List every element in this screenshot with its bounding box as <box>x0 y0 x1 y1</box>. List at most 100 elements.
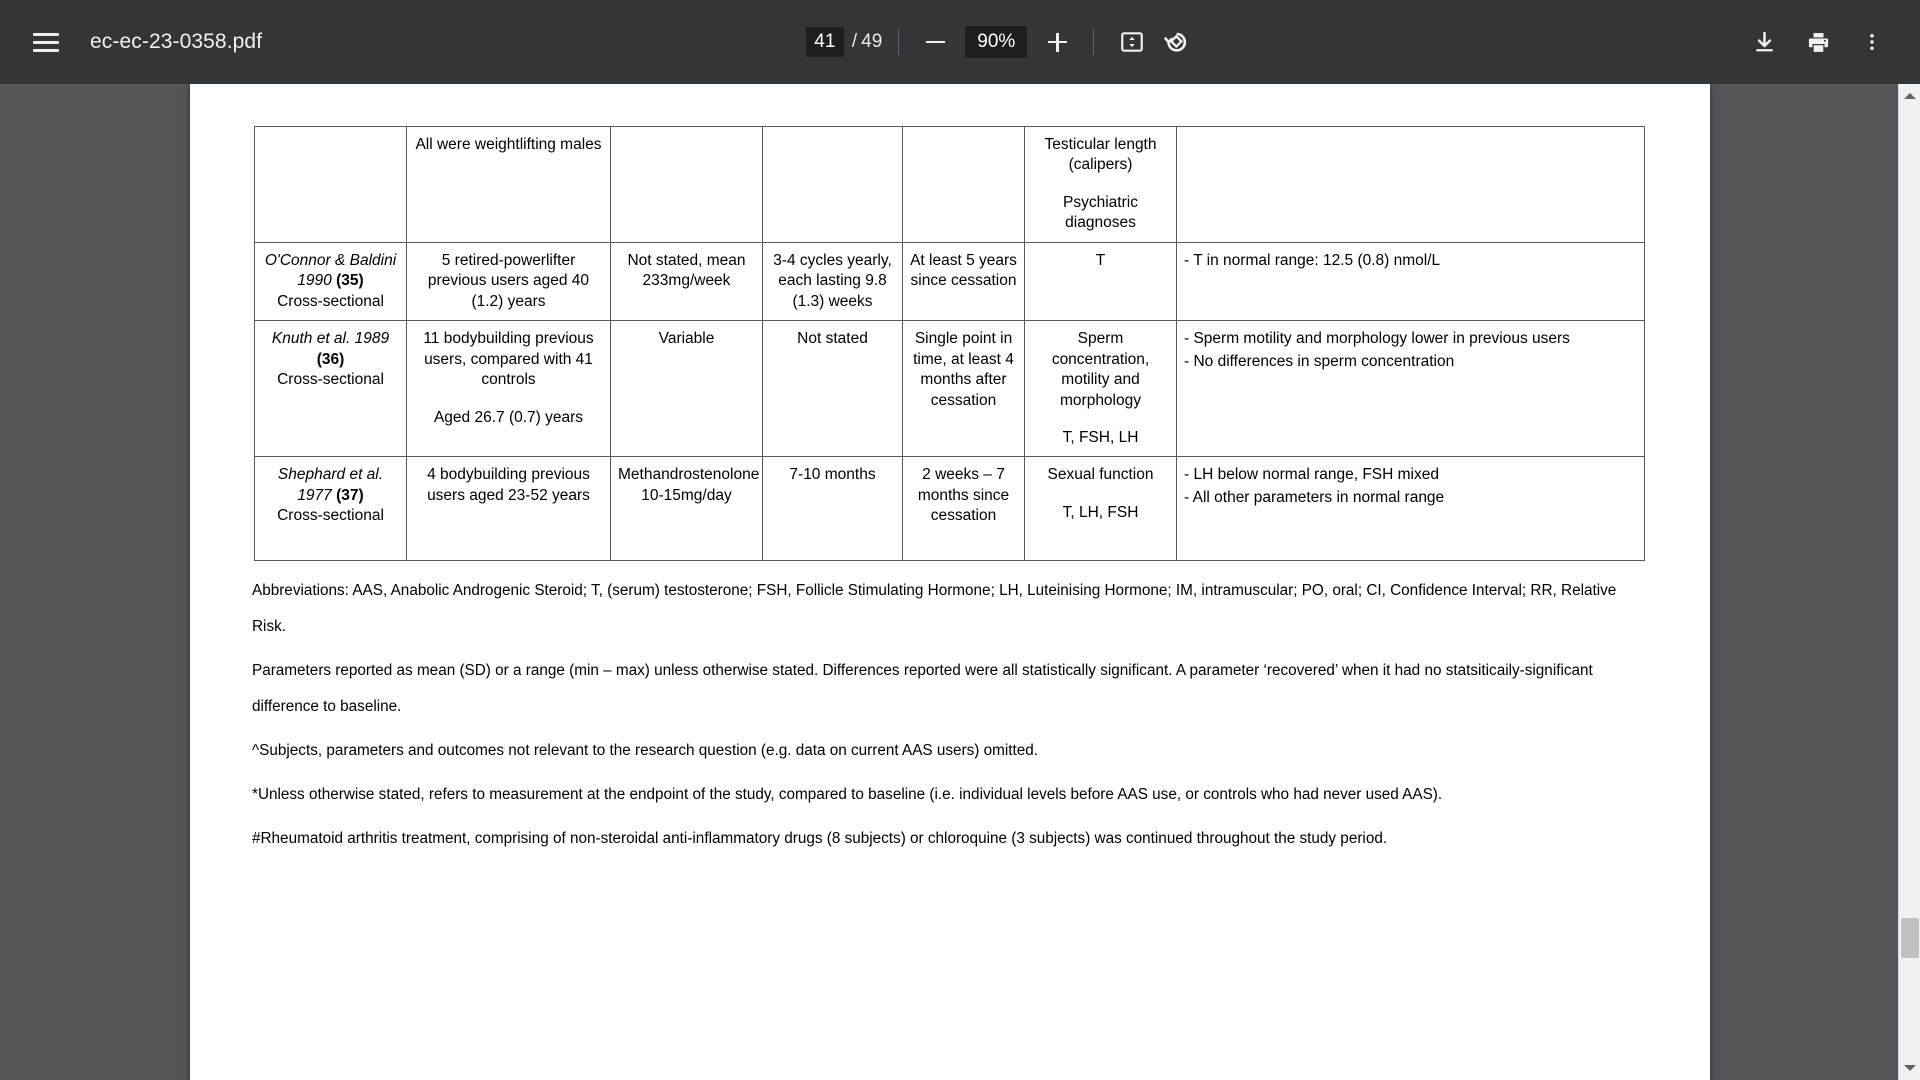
toolbar-divider-2 <box>1093 29 1095 55</box>
vertical-scrollbar[interactable] <box>1898 84 1920 1080</box>
studies-table: All were weightlifting males Testicular … <box>254 126 1645 562</box>
cell-outcomes: Sperm concentration, motility and morpho… <box>1024 320 1177 458</box>
cell-study: Shephard et al. 1977 (37) Cross-sectiona… <box>254 456 407 562</box>
cell-duration: Not stated <box>762 320 903 458</box>
table-row: Shephard et al. 1977 (37) Cross-sectiona… <box>254 456 1645 562</box>
cell-study <box>254 126 407 243</box>
scrollbar-thumb[interactable] <box>1901 918 1919 958</box>
study-design: Cross-sectional <box>277 371 384 389</box>
zoom-level-value[interactable]: 90% <box>965 26 1028 58</box>
cell-duration <box>762 126 903 243</box>
cell-dose: Variable <box>610 320 763 458</box>
zoom-in-button[interactable] <box>1037 22 1077 62</box>
page-navigation-group: / 49 <box>805 27 883 57</box>
hamburger-bar-3 <box>33 48 59 52</box>
cell-duration: 3-4 cycles yearly, each lasting 9.8 (1.3… <box>762 241 903 322</box>
table-row: Knuth et al. 1989 (36) Cross-sectional 1… <box>254 320 1645 458</box>
study-reference: (36) <box>316 350 345 368</box>
zoom-controls-group: 90% <box>915 22 1077 62</box>
pdf-page-content: All were weightlifting males Testicular … <box>190 84 1710 857</box>
cell-dose <box>610 126 763 243</box>
hamburger-bar-1 <box>33 32 59 36</box>
study-citation: Knuth et al. 1989 <box>271 330 390 348</box>
outcome-line-1: Sexual function <box>1047 466 1154 484</box>
toolbar-divider-1 <box>898 29 900 55</box>
document-title: ec-ec-23-0358.pdf <box>90 30 263 53</box>
cell-outcomes: Sexual function T, LH, FSH <box>1024 456 1177 562</box>
cell-results <box>1176 126 1645 243</box>
pdf-page: All were weightlifting males Testicular … <box>190 84 1710 1080</box>
subjects-extra: Aged 26.7 (0.7) years <box>433 408 584 426</box>
hamburger-menu-icon[interactable] <box>24 20 68 64</box>
study-design: Cross-sectional <box>277 507 384 525</box>
page-total-count: 49 <box>861 31 883 52</box>
result-line: - All other parameters in normal range <box>1184 488 1445 506</box>
cell-duration: 7-10 months <box>762 456 903 562</box>
cell-dose: Methandrostenolone 10-15mg/day <box>610 456 763 562</box>
outcome-line-1: Sperm concentration, motility and morpho… <box>1051 330 1150 409</box>
print-icon[interactable] <box>1796 20 1840 64</box>
download-icon[interactable] <box>1742 20 1786 64</box>
pdf-viewer-toolbar: ec-ec-23-0358.pdf / 49 90% <box>0 0 1920 84</box>
outcome-line-2: Psychiatric diagnoses <box>1063 193 1138 232</box>
table-row: O'Connor & Baldini 1990 (35) Cross-secti… <box>254 241 1645 322</box>
study-reference: (35) <box>336 272 364 290</box>
hamburger-bar-2 <box>33 40 59 44</box>
cell-results: - T in normal range: 12.5 (0.8) nmol/L <box>1176 241 1645 322</box>
cell-subjects: All were weightlifting males <box>406 126 611 243</box>
outcome-line-1: Testicular length (calipers) <box>1044 136 1157 174</box>
parameters-note-paragraph: Parameters reported as mean (SD) or a ra… <box>252 662 1593 716</box>
outcome-spacer <box>1032 486 1169 503</box>
study-design: Cross-sectional <box>277 292 384 310</box>
study-reference: (37) <box>336 486 364 504</box>
page-number-input[interactable] <box>805 27 844 57</box>
pdf-viewer-area[interactable]: All were weightlifting males Testicular … <box>0 84 1920 1080</box>
outcome-line-2: T, LH, FSH <box>1062 503 1139 521</box>
cell-cessation <box>902 126 1025 243</box>
fit-page-icon[interactable] <box>1110 20 1154 64</box>
hamburger-bars <box>33 32 59 52</box>
toolbar-left-group: ec-ec-23-0358.pdf <box>0 20 262 64</box>
subjects-spacer <box>414 391 603 408</box>
minus-icon <box>925 40 945 44</box>
footnote-caret: ^Subjects, parameters and outcomes not r… <box>252 742 1039 760</box>
cell-cessation: 2 weeks – 7 months since cessation <box>902 456 1025 562</box>
cell-study: O'Connor & Baldini 1990 (35) Cross-secti… <box>254 241 407 322</box>
scroll-down-arrow-icon[interactable] <box>1899 1058 1920 1078</box>
cell-study: Knuth et al. 1989 (36) Cross-sectional <box>254 320 407 458</box>
result-line: - Sperm motility and morphology lower in… <box>1184 330 1570 348</box>
rotate-counterclockwise-icon[interactable] <box>1154 20 1198 64</box>
cell-outcomes: T <box>1024 241 1177 322</box>
outcome-spacer <box>1032 176 1169 193</box>
subjects-main: 11 bodybuilding previous users, compared… <box>423 330 594 389</box>
cell-cessation: Single point in time, at least 4 months … <box>902 320 1025 458</box>
more-options-icon[interactable] <box>1850 20 1894 64</box>
study-citation: O'Connor & Baldini 1990 <box>264 251 397 290</box>
study-citation: Shephard et al. 1977 <box>277 466 384 504</box>
cell-subjects: 5 retired-powerlifter previous users age… <box>406 241 611 322</box>
result-line: - T in normal range: 12.5 (0.8) nmol/L <box>1184 251 1441 269</box>
outcome-line-2: T, FSH, LH <box>1062 428 1139 446</box>
footnote-hash: #Rheumatoid arthritis treatment, compris… <box>252 830 1388 848</box>
outcome-spacer <box>1032 411 1169 428</box>
plus-icon-vertical <box>1056 32 1059 52</box>
cell-results: - Sperm motility and morphology lower in… <box>1176 320 1645 458</box>
cell-subjects: 4 bodybuilding previous users aged 23-52… <box>406 456 611 562</box>
cell-cessation: At least 5 years since cessation <box>902 241 1025 322</box>
scroll-down-triangle <box>1903 1065 1916 1071</box>
footnote-asterisk: *Unless otherwise stated, refers to meas… <box>252 786 1443 804</box>
scroll-up-triangle <box>1903 93 1916 99</box>
toolbar-center-group: / 49 90% <box>262 20 1742 64</box>
table-row: All were weightlifting males Testicular … <box>254 126 1645 243</box>
abbreviations-paragraph: Abbreviations: AAS, Anabolic Androgenic … <box>252 582 1617 636</box>
toolbar-right-group <box>1742 20 1920 64</box>
page-separator: / <box>851 31 858 52</box>
cell-outcomes: Testicular length (calipers) Psychiatric… <box>1024 126 1177 243</box>
result-line: - No differences in sperm concentration <box>1184 352 1455 370</box>
cell-subjects: 11 bodybuilding previous users, compared… <box>406 320 611 458</box>
zoom-out-button[interactable] <box>915 22 955 62</box>
cell-dose: Not stated, mean 233mg/week <box>610 241 763 322</box>
result-line: - LH below normal range, FSH mixed <box>1184 466 1439 484</box>
scroll-up-arrow-icon[interactable] <box>1899 86 1920 106</box>
cell-results: - LH below normal range, FSH mixed - All… <box>1176 456 1645 562</box>
